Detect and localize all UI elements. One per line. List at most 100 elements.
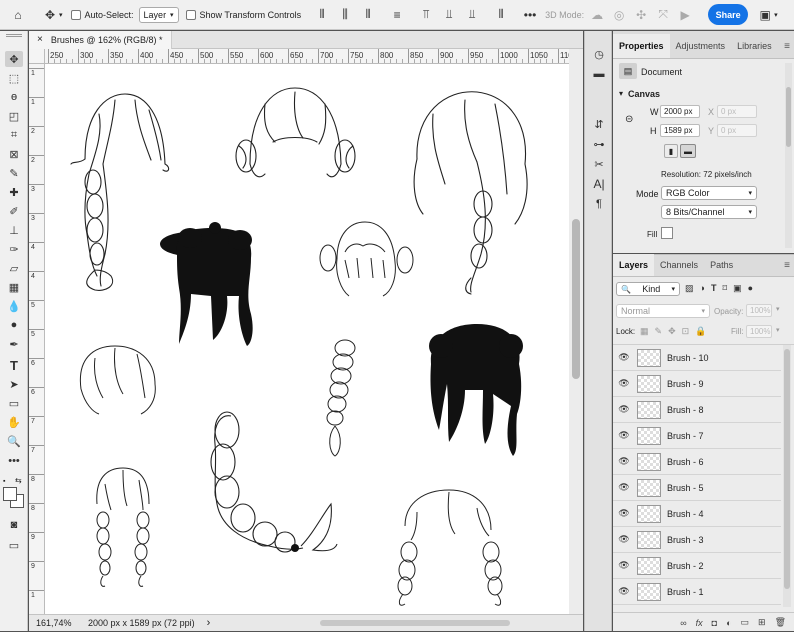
tab-properties[interactable]: Properties	[613, 34, 670, 58]
lock-icon[interactable]: 🔒	[695, 326, 706, 337]
eye-icon[interactable]: 👁	[613, 586, 635, 597]
move-icon[interactable]: ✥	[41, 6, 59, 24]
roll-3d-icon[interactable]: ◎	[610, 6, 628, 24]
panel-menu-icon[interactable]: ≡	[784, 34, 790, 58]
swap-colors-icon[interactable]: ⇆	[15, 476, 22, 485]
close-tab-icon[interactable]: ×	[37, 34, 43, 45]
slide-3d-icon[interactable]: ⤧	[654, 6, 672, 24]
show-transform-checkbox[interactable]	[185, 9, 196, 20]
adjust-icon[interactable]: ⇵	[589, 115, 609, 133]
marquee-icon[interactable]: ⬚	[5, 70, 23, 86]
blur-icon[interactable]: 💧	[5, 298, 23, 314]
height-input[interactable]: 1589 px	[660, 124, 700, 137]
rectangle-icon[interactable]: ▭	[5, 395, 23, 411]
eraser-icon[interactable]: ▱	[5, 260, 23, 276]
auto-select-checkbox[interactable]	[70, 9, 81, 20]
foreground-color-swatch[interactable]	[3, 487, 17, 501]
layer-row[interactable]: 👁 Brush - 5	[613, 475, 781, 501]
zoom-level[interactable]: 161,74%	[36, 618, 76, 628]
history-icon[interactable]: ◷	[589, 45, 609, 63]
add-mask-icon[interactable]: ◘	[712, 618, 717, 628]
new-group-icon[interactable]: ▭	[741, 617, 750, 628]
hand-icon[interactable]: ✋	[5, 414, 23, 430]
align-bottom-icon[interactable]: ⫫	[463, 6, 481, 24]
layers-scroll-thumb[interactable]	[784, 349, 790, 589]
opacity-input[interactable]: 100%	[746, 304, 772, 317]
layer-row[interactable]: 👁 Brush - 2	[613, 553, 781, 579]
lasso-icon[interactable]: ɵ	[5, 89, 23, 105]
drag-3d-icon[interactable]: ✣	[632, 6, 650, 24]
layer-row[interactable]: 👁 Brush - 1	[613, 579, 781, 605]
camera-3d-icon[interactable]: ▶	[676, 6, 694, 24]
tab-libraries[interactable]: Libraries	[731, 34, 778, 58]
paragraph-icon[interactable]: ¶	[589, 195, 609, 213]
filter-pixel-icon[interactable]: ▨	[685, 283, 694, 294]
adjustment-layer-icon[interactable]: ◐	[726, 618, 731, 628]
edit-toolbar-icon[interactable]: •••	[5, 453, 23, 469]
path-select-icon[interactable]: ➤	[5, 376, 23, 392]
move-dropdown-icon[interactable]: ▾	[59, 11, 63, 19]
clone-stamp-icon[interactable]: ⊥	[5, 222, 23, 238]
filter-smart-icon[interactable]: ▣	[733, 283, 742, 294]
document-tab[interactable]: × Brushes @ 162% (RGB/8) *	[29, 30, 172, 49]
align-center-icon[interactable]: ⫼	[336, 6, 354, 24]
align-middle-icon[interactable]: ⫫	[440, 6, 458, 24]
trash-icon[interactable]: 🗑	[775, 617, 786, 628]
opacity-dropdown-icon[interactable]: ▾	[776, 305, 780, 313]
align-left-icon[interactable]: ⫴	[313, 6, 331, 24]
lock-artboard-icon[interactable]: ⊡	[682, 326, 690, 337]
link-icon[interactable]: ⊝	[625, 114, 633, 125]
object-select-icon[interactable]: ◰	[5, 108, 23, 124]
comments-icon[interactable]: ▬	[589, 65, 609, 83]
home-icon[interactable]: ⌂	[9, 6, 27, 24]
new-layer-icon[interactable]: ⊞	[758, 617, 766, 628]
width-input[interactable]: 2000 px	[660, 105, 700, 118]
workspace-dropdown-icon[interactable]: ▾	[774, 11, 778, 19]
gradient-icon[interactable]: ▦	[5, 279, 23, 295]
layer-row[interactable]: 👁 Brush - 3	[613, 527, 781, 553]
fill-dropdown-icon[interactable]: ▾	[776, 326, 780, 334]
landscape-icon[interactable]: ▬	[680, 144, 696, 158]
blend-mode-select[interactable]: Normal ▾	[616, 304, 710, 318]
frame-icon[interactable]: ⊠	[5, 146, 23, 162]
fill-opacity-input[interactable]: 100%	[746, 325, 772, 338]
screen-mode-icon[interactable]: ▭	[5, 537, 23, 553]
eye-icon[interactable]: 👁	[613, 508, 635, 519]
scrollbar-thumb[interactable]	[572, 219, 580, 379]
lock-transparent-icon[interactable]: ▦	[640, 326, 649, 337]
canvas-collapse-icon[interactable]: ▾	[619, 89, 623, 98]
eye-icon[interactable]: 👁	[613, 404, 635, 415]
lock-position-icon[interactable]: ✥	[668, 326, 676, 337]
eye-icon[interactable]: 👁	[613, 534, 635, 545]
brush-icon[interactable]: ✐	[5, 203, 23, 219]
status-arrow-icon[interactable]: ›	[207, 617, 211, 629]
filter-kind-select[interactable]: 🔍 Kind ▾	[616, 282, 680, 296]
align-top-icon[interactable]: ⫪	[417, 6, 435, 24]
layer-row[interactable]: 👁 Brush - 10	[613, 345, 781, 371]
bit-depth-select[interactable]: 8 Bits/Channel ▾	[661, 205, 757, 219]
vertical-ruler[interactable]: 11223344556677889911	[29, 64, 45, 614]
move-tool-icon[interactable]: ✥	[5, 51, 23, 67]
character-icon[interactable]: A|	[589, 175, 609, 193]
eye-icon[interactable]: 👁	[613, 560, 635, 571]
tab-adjustments[interactable]: Adjustments	[670, 34, 732, 58]
eye-icon[interactable]: 👁	[613, 430, 635, 441]
layers-menu-icon[interactable]: ≡	[784, 254, 790, 276]
canvas-vertical-scrollbar[interactable]	[569, 49, 583, 614]
filter-toggle-icon[interactable]: ●	[748, 283, 753, 294]
distribute-vertical-icon[interactable]: ⦀	[492, 6, 510, 24]
type-icon[interactable]: T	[5, 357, 23, 373]
layer-row[interactable]: 👁 Brush - 7	[613, 423, 781, 449]
default-colors-icon[interactable]: ▪	[3, 478, 5, 485]
fill-swatch[interactable]	[661, 227, 673, 239]
y-input[interactable]: 0 px	[717, 124, 757, 137]
layer-row[interactable]: 👁 Brush - 8	[613, 397, 781, 423]
toolbar-grip[interactable]	[6, 34, 22, 37]
dodge-icon[interactable]: ●	[5, 317, 23, 333]
eye-icon[interactable]: 👁	[613, 378, 635, 389]
fx-icon[interactable]: fx	[696, 618, 703, 628]
layers-scrollbar[interactable]	[783, 345, 791, 607]
lock-pixels-icon[interactable]: ✎	[655, 326, 663, 337]
eye-icon[interactable]: 👁	[613, 352, 635, 363]
filter-type-icon[interactable]: T	[711, 283, 717, 294]
